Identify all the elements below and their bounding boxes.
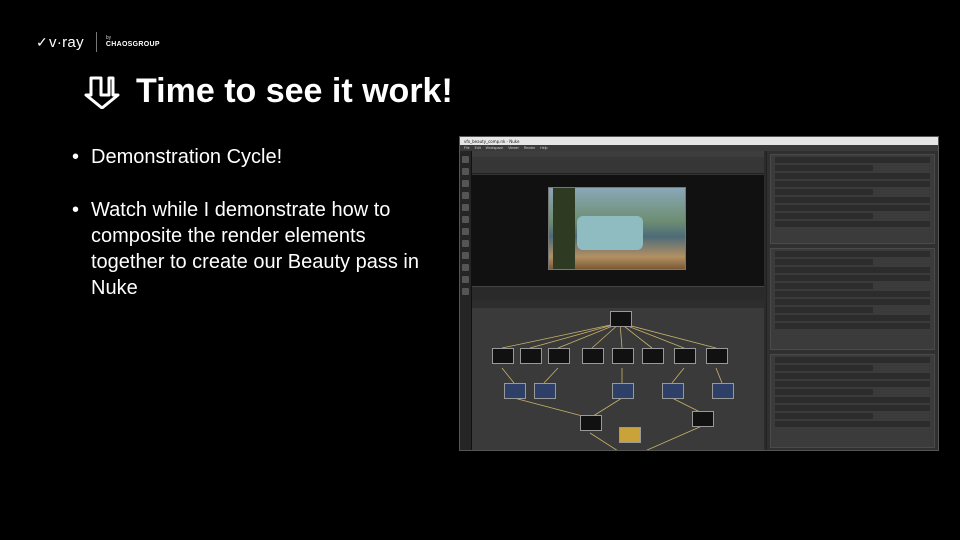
logo-company-text: CHAOSGROUP [105, 41, 160, 48]
viewer-timeline [472, 286, 764, 299]
graph-node [534, 383, 556, 399]
bullet-dot: • [72, 146, 80, 168]
graph-node [612, 348, 634, 364]
graph-node [706, 348, 728, 364]
graph-node [610, 311, 632, 327]
nuke-viewer [472, 151, 764, 299]
graph-node [504, 383, 526, 399]
bullet-text: Watch while I demonstrate how to composi… [91, 199, 419, 299]
bullet-dot: • [72, 199, 80, 221]
menu-item: Viewer [508, 146, 519, 150]
nuke-title-bar: vfx_beauty_comp.nk - Nuke [460, 137, 938, 145]
menu-item: Workspace [485, 146, 504, 150]
render-preview [548, 187, 686, 270]
graph-node [548, 348, 570, 364]
slide-title: Time to see it work! [82, 72, 453, 111]
nuke-properties-panel [766, 151, 938, 450]
viewer-canvas [472, 175, 764, 287]
properties-section [770, 248, 935, 350]
graph-node [580, 415, 602, 431]
menu-item: Help [540, 146, 548, 150]
nuke-node-graph [472, 301, 764, 450]
arrow-down-icon [84, 76, 120, 109]
vray-logo: ✓ v·ray [36, 34, 84, 51]
vray-chaosgroup-logo: ✓ v·ray by CHAOSGROUP [36, 30, 160, 54]
graph-node-output [619, 427, 641, 443]
vray-check-icon: ✓ [36, 33, 49, 50]
node-connections [501, 322, 723, 450]
nuke-screenshot: vfx_beauty_comp.nk - Nuke File Edit Work… [459, 136, 939, 451]
properties-section [770, 354, 935, 448]
menu-item: Edit [474, 146, 481, 150]
menu-item: Render [523, 146, 536, 150]
menu-item: File [464, 146, 470, 150]
bullet-text: Demonstration Cycle! [91, 146, 283, 168]
slide-title-text: Time to see it work! [136, 72, 453, 110]
graph-node [582, 348, 604, 364]
bullet-item: • Demonstration Cycle! [72, 144, 442, 170]
graph-node [520, 348, 542, 364]
graph-node [692, 411, 714, 427]
graph-node [712, 383, 734, 399]
graph-node [612, 383, 634, 399]
graph-node [492, 348, 514, 364]
vray-brand-text: v·ray [49, 33, 84, 51]
graph-node [674, 348, 696, 364]
nuke-toolbar [460, 151, 472, 450]
nuke-window-title: vfx_beauty_comp.nk - Nuke [464, 138, 520, 144]
graph-node [642, 348, 664, 364]
logo-divider [95, 32, 97, 52]
bullet-list: • Demonstration Cycle! • Watch while I d… [72, 144, 442, 328]
graph-node [662, 383, 684, 399]
bullet-item: • Watch while I demonstrate how to compo… [72, 197, 442, 301]
chaosgroup-logo: by CHAOSGROUP [105, 36, 160, 49]
properties-section [770, 154, 935, 244]
